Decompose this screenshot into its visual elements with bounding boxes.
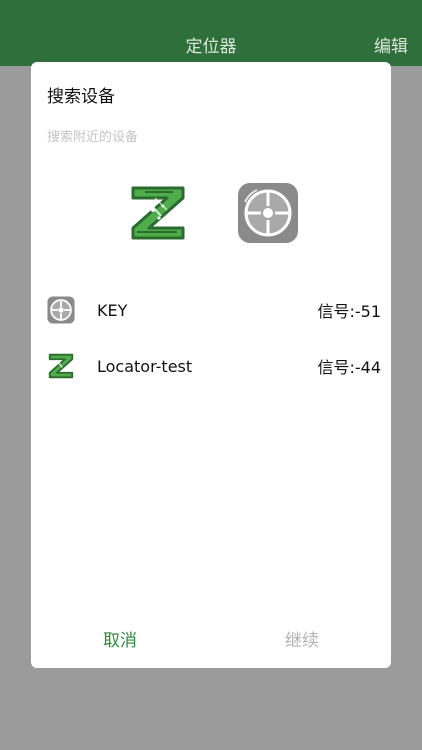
search-device-dialog: 搜索设备 搜索附近的设备 KEY 信号:-51 Locator-test 信号:…	[31, 62, 391, 668]
device-signal: 信号:-51	[317, 302, 381, 321]
locator-z-icon	[47, 352, 75, 380]
device-type-icons	[127, 182, 299, 244]
device-name: Locator-test	[97, 356, 193, 376]
locator-z-icon[interactable]	[127, 182, 189, 244]
device-signal: 信号:-44	[317, 358, 381, 377]
key-device-icon	[47, 296, 75, 324]
dialog-actions: 取消 继续	[31, 626, 391, 651]
device-row-key[interactable]: KEY 信号:-51	[47, 282, 381, 338]
device-name: KEY	[97, 300, 128, 320]
nav-title: 定位器	[185, 37, 237, 57]
key-device-icon[interactable]	[237, 182, 299, 244]
edit-button[interactable]: 编辑	[374, 32, 408, 57]
device-row-locator-test[interactable]: Locator-test 信号:-44	[47, 338, 381, 394]
dialog-title: 搜索设备	[47, 87, 115, 107]
top-navigation-bar: 定位器 编辑	[0, 0, 422, 66]
cancel-button[interactable]: 取消	[103, 626, 137, 651]
dialog-subtitle: 搜索附近的设备	[47, 130, 139, 145]
continue-button[interactable]: 继续	[285, 626, 319, 651]
device-list: KEY 信号:-51 Locator-test 信号:-44	[47, 282, 381, 394]
